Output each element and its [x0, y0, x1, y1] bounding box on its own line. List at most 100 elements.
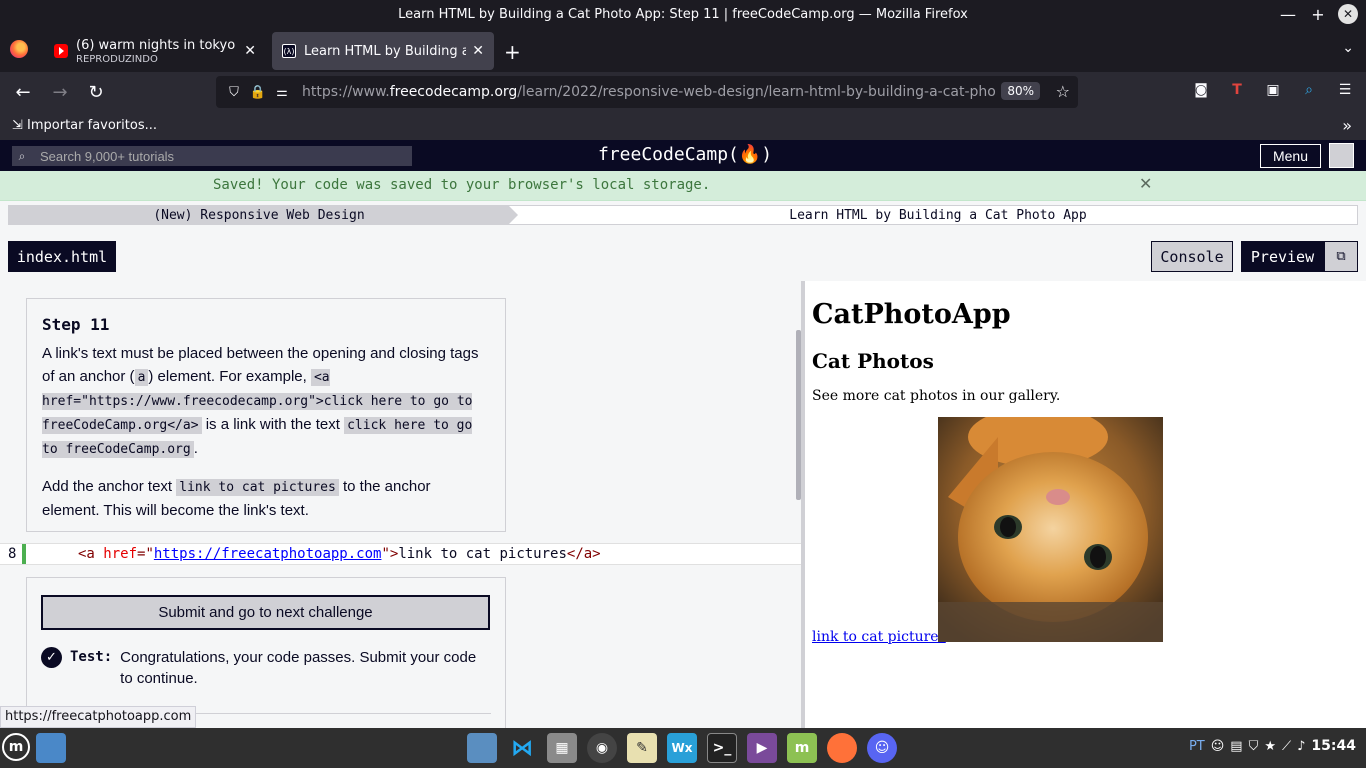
video-player-icon[interactable]: ▶	[747, 733, 777, 763]
bookmark-star-icon[interactable]: ☆	[1056, 82, 1070, 101]
new-tab-icon[interactable]: +	[504, 40, 521, 64]
chevron-right-icon[interactable]: »	[1342, 116, 1352, 135]
link-status-url: https://freecatphotoapp.com	[0, 706, 197, 728]
permissions-icon[interactable]: ⚌	[270, 85, 294, 100]
discord-tray-icon[interactable]: ☺	[1211, 739, 1225, 754]
lock-icon[interactable]: 🔒	[246, 85, 270, 100]
music-icon[interactable]: ♪	[1297, 739, 1305, 754]
files-icon[interactable]	[467, 733, 497, 763]
terminal-icon[interactable]: >_	[707, 733, 737, 763]
close-tab-icon[interactable]: ✕	[244, 43, 256, 59]
bookmarks-toolbar: ⇲ Importar favoritos... »	[0, 112, 1366, 140]
step-title: Step 11	[42, 315, 110, 334]
zoom-level[interactable]: 80%	[1001, 82, 1040, 100]
extension-icon[interactable]: ▣	[1264, 81, 1282, 99]
freecodecamp-icon: (λ)	[282, 44, 296, 58]
description-paragraph: A link's text must be placed between the…	[42, 345, 479, 458]
search-extension-icon[interactable]: ⌕	[1300, 81, 1318, 99]
code-editor-line[interactable]: 8 <a href="https://freecatphotoapp.com">…	[0, 543, 801, 565]
flash-message: Saved! Your code was saved to your brows…	[0, 171, 1366, 201]
calculator-icon[interactable]: ▦	[547, 733, 577, 763]
pocket-icon[interactable]: ◙	[1192, 81, 1210, 99]
taskbar: m ⋈ ▦ ◉ ✎ Wx >_ ▶ m ☺ PT ☺ ▤ ⛉ ★ ⟋ ♪ 15:…	[0, 728, 1366, 768]
popout-preview-icon[interactable]: ⧉	[1324, 241, 1358, 272]
preview-pane: CatPhotoApp Cat Photos See more cat phot…	[805, 281, 1366, 728]
submit-next-challenge-button[interactable]: Submit and go to next challenge	[41, 595, 490, 630]
clipboard-icon[interactable]: ▤	[1230, 739, 1242, 754]
preview-subheading: Cat Photos	[812, 349, 934, 373]
shield-icon[interactable]: ⛉	[222, 85, 246, 100]
minimize-icon[interactable]: —	[1278, 4, 1298, 24]
network-icon[interactable]: ⟋	[1282, 739, 1291, 754]
youtube-icon	[54, 44, 68, 58]
close-tab-icon[interactable]: ✕	[472, 43, 484, 59]
close-icon[interactable]: ✕	[1139, 174, 1152, 193]
console-button[interactable]: Console	[1151, 241, 1233, 272]
keyboard-layout[interactable]: PT	[1189, 739, 1205, 754]
translate-extension-icon[interactable]: T	[1228, 81, 1246, 99]
text-editor-icon[interactable]: ✎	[627, 733, 657, 763]
tab-title: Learn HTML by Building a C	[304, 43, 467, 59]
cat-photo	[938, 417, 1163, 642]
window-titlebar: Learn HTML by Building a Cat Photo App: …	[0, 0, 1366, 28]
file-tab-index-html[interactable]: index.html	[8, 241, 116, 272]
instruction-paragraph: Add the anchor text link to cat pictures…	[42, 478, 431, 519]
hamburger-menu-icon[interactable]: ☰	[1336, 81, 1354, 99]
list-all-tabs-icon[interactable]: ⌄	[1342, 40, 1354, 56]
preview-button[interactable]: Preview	[1241, 241, 1324, 272]
url-bar[interactable]: ⛉ 🔒 ⚌ https://www.freecodecamp.org/learn…	[216, 76, 1078, 108]
tab-youtube[interactable]: (6) warm nights in tokyo - Yo REPRODUZIN…	[44, 32, 266, 70]
search-input[interactable]: ⌕ Search 9,000+ tutorials	[12, 146, 412, 166]
import-bookmarks-link[interactable]: ⇲ Importar favoritos...	[12, 118, 157, 133]
preview-heading: CatPhotoApp	[812, 299, 1011, 330]
test-label: Test:	[70, 649, 113, 665]
preview-paragraph: See more cat photos in our gallery.	[812, 388, 1061, 404]
firefox-menu-icon[interactable]	[10, 40, 28, 58]
web-page: ⌕ Search 9,000+ tutorials freeCodeCamp(🔥…	[0, 140, 1366, 728]
tab-playing-label: REPRODUZINDO	[76, 53, 158, 65]
mint-menu-icon[interactable]: m	[2, 733, 30, 761]
discord-icon[interactable]: ☺	[867, 733, 897, 763]
forward-icon[interactable]: →	[49, 81, 71, 103]
close-window-icon[interactable]: ✕	[1338, 4, 1358, 24]
challenge-description: Step 11 A link's text must be placed bet…	[26, 298, 506, 532]
search-placeholder: Search 9,000+ tutorials	[40, 148, 175, 164]
camera-icon[interactable]: ◉	[587, 733, 617, 763]
maximize-icon[interactable]: +	[1308, 4, 1328, 24]
clock[interactable]: 15:44	[1311, 738, 1356, 754]
navigation-toolbar: ← → ↻ ⛉ 🔒 ⚌ https://www.freecodecamp.org…	[0, 72, 1366, 112]
url-text[interactable]: https://www.freecodecamp.org/learn/2022/…	[302, 84, 996, 100]
freecodecamp-logo[interactable]: freeCodeCamp(🔥)	[598, 144, 772, 165]
window-controls: — + ✕	[1278, 4, 1358, 24]
shield-tray-icon[interactable]: ⛉	[1249, 739, 1259, 754]
firefox-icon[interactable]	[827, 733, 857, 763]
vscode-icon[interactable]: ⋈	[507, 733, 537, 763]
fcc-navbar: ⌕ Search 9,000+ tutorials freeCodeCamp(🔥…	[0, 140, 1366, 171]
reload-icon[interactable]: ↻	[85, 81, 107, 103]
editor-pane: Step 11 A link's text must be placed bet…	[0, 281, 801, 728]
wxmaxima-icon[interactable]: Wx	[667, 733, 697, 763]
favorite-star-icon[interactable]: ★	[1264, 739, 1276, 754]
test-result: ✓ Test: Congratulations, your code passe…	[41, 647, 491, 689]
show-desktop-icon[interactable]	[36, 733, 66, 763]
line-number: 8	[8, 546, 17, 562]
toolbar-extensions: ◙ T ▣ ⌕ ☰	[1192, 81, 1354, 99]
code-text[interactable]: <a href="https://freecatphotoapp.com">li…	[78, 546, 601, 562]
breadcrumb-superblock[interactable]: (New) Responsive Web Design	[9, 206, 518, 224]
breadcrumb-block[interactable]: Learn HTML by Building a Cat Photo App	[519, 206, 1357, 224]
menu-button[interactable]: Menu	[1260, 144, 1321, 168]
tab-bar: (6) warm nights in tokyo - Yo REPRODUZIN…	[0, 28, 1366, 72]
cat-pictures-link[interactable]: link to cat pictures	[812, 629, 946, 645]
tab-freecodecamp[interactable]: (λ) Learn HTML by Building a C ✕	[272, 32, 494, 70]
window-title: Learn HTML by Building a Cat Photo App: …	[398, 6, 968, 22]
search-icon: ⌕	[18, 148, 26, 163]
avatar[interactable]	[1329, 143, 1354, 168]
back-icon[interactable]: ←	[12, 81, 34, 103]
mint-install-icon[interactable]: m	[787, 733, 817, 763]
test-message: Congratulations, your code passes. Submi…	[120, 649, 477, 687]
breadcrumb: (New) Responsive Web Design Learn HTML b…	[8, 205, 1358, 225]
line-modified-marker	[22, 544, 26, 564]
flash-text: Saved! Your code was saved to your brows…	[213, 177, 711, 193]
check-icon: ✓	[41, 647, 62, 668]
system-tray: PT ☺ ▤ ⛉ ★ ⟋ ♪ 15:44	[1189, 738, 1356, 754]
